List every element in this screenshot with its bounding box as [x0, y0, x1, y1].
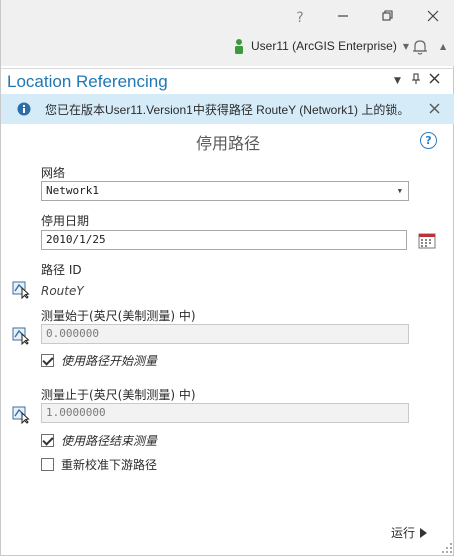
- checkbox-box[interactable]: [41, 458, 54, 471]
- info-icon: [17, 102, 31, 116]
- run-label: 运行: [391, 526, 416, 540]
- resize-grip-icon[interactable]: [441, 542, 453, 554]
- use-route-start-label: 使用路径开始测量: [61, 354, 158, 368]
- minimize-icon: [338, 15, 348, 17]
- help-icon[interactable]: ?: [286, 6, 314, 30]
- tool-pane-window: ? User11 (ArcGIS Enterprise) ▼ ▲ Locatio…: [0, 0, 454, 556]
- network-value: Network1: [46, 184, 99, 197]
- user-name: User11 (ArcGIS Enterprise): [251, 39, 397, 53]
- dismiss-banner-icon[interactable]: [429, 103, 440, 114]
- retire-date-input[interactable]: 2010/1/25: [41, 230, 407, 250]
- retire-date-value: 2010/1/25: [46, 233, 106, 246]
- close-window-button[interactable]: [419, 6, 447, 30]
- banner-message: 您已在版本User11.Version1中获得路径 RouteY (Networ…: [45, 103, 410, 117]
- recalibrate-label: 重新校准下游路径: [61, 458, 158, 472]
- from-measure-label: 测量始于(英尺(美制测量) 中): [41, 309, 196, 323]
- calendar-icon[interactable]: [418, 232, 436, 249]
- use-route-start-checkbox[interactable]: 使用路径开始测量: [41, 352, 157, 369]
- chevron-up-icon[interactable]: ▲: [440, 42, 446, 51]
- pane-options-chevron-icon[interactable]: ▼: [394, 76, 401, 86]
- info-banner: 您已在版本User11.Version1中获得路径 RouteY (Networ…: [1, 94, 454, 124]
- to-measure-value: 1.0000000: [46, 406, 106, 419]
- from-measure-input: 0.000000: [41, 324, 409, 344]
- checkbox-box[interactable]: [41, 434, 54, 447]
- use-route-end-checkbox[interactable]: 使用路径结束测量: [41, 432, 157, 449]
- play-icon: [420, 527, 428, 538]
- chevron-down-icon: ▼: [397, 187, 402, 195]
- chevron-down-icon: ▼: [402, 41, 409, 51]
- run-button[interactable]: 运行: [391, 524, 428, 541]
- map-select-icon: [12, 406, 30, 425]
- restore-button[interactable]: [374, 6, 402, 30]
- tool-title: 停用路径: [195, 134, 260, 153]
- minimize-button[interactable]: [329, 6, 357, 30]
- title-bar: ? User11 (ArcGIS Enterprise) ▼ ▲: [1, 0, 454, 66]
- to-measure-label: 测量止于(英尺(美制测量) 中): [41, 388, 196, 402]
- close-icon: [427, 10, 439, 22]
- pin-button[interactable]: [411, 73, 421, 88]
- from-measure-value: 0.000000: [46, 327, 99, 340]
- retire-date-label: 停用日期: [41, 214, 90, 228]
- user-icon: [235, 39, 243, 54]
- restore-icon: [382, 10, 393, 21]
- recalibrate-downstream-checkbox[interactable]: 重新校准下游路径: [41, 456, 157, 473]
- pane-header: Location Referencing ▼: [1, 68, 454, 94]
- from-measure-picker-button[interactable]: [11, 325, 31, 346]
- map-select-icon: [12, 281, 30, 300]
- route-id-value: RouteY: [41, 284, 84, 298]
- route-id-label: 路径 ID: [41, 263, 82, 277]
- notifications-button[interactable]: [412, 38, 428, 59]
- to-measure-input: 1.0000000: [41, 403, 409, 423]
- route-picker-button[interactable]: [11, 279, 31, 300]
- bell-icon: [413, 40, 427, 55]
- network-label: 网络: [41, 166, 66, 180]
- to-measure-picker-button[interactable]: [11, 404, 31, 425]
- tool-help-icon[interactable]: ?: [420, 132, 437, 149]
- pane-title: Location Referencing: [7, 72, 168, 91]
- user-account-menu[interactable]: User11 (ArcGIS Enterprise) ▼: [233, 36, 409, 56]
- network-dropdown[interactable]: Network1 ▼: [41, 181, 409, 201]
- pin-icon: [412, 73, 420, 84]
- close-icon: [429, 73, 440, 84]
- close-pane-button[interactable]: [429, 73, 440, 87]
- checkbox-box[interactable]: [41, 354, 54, 367]
- use-route-end-label: 使用路径结束测量: [61, 434, 158, 448]
- map-select-icon: [12, 327, 30, 346]
